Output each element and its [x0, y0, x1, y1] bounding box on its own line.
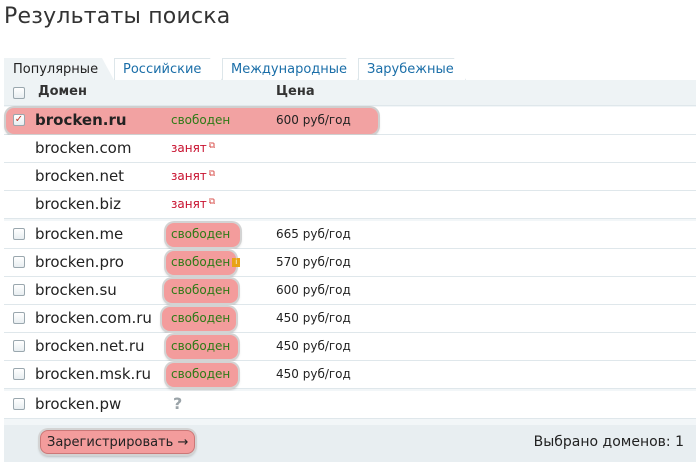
row-checkbox[interactable]: [13, 312, 25, 324]
domain-name: brocken.su: [35, 281, 117, 299]
tab-popular[interactable]: Популярные: [4, 58, 114, 80]
domain-status: свободен i: [171, 255, 241, 269]
domain-name: brocken.msk.ru: [35, 365, 151, 383]
tab-foreign[interactable]: Зарубежные: [358, 58, 466, 80]
tab-russian[interactable]: Российские: [114, 58, 222, 80]
info-icon[interactable]: i: [232, 258, 241, 267]
table-row: brocken.msk.ru свободен 450 руб/год: [4, 361, 696, 389]
domain-name: brocken.pw: [35, 395, 122, 413]
domain-name: brocken.pro: [35, 253, 124, 271]
table-row: ✓ brocken.ru свободен 600 руб/год: [4, 107, 696, 135]
domain-name: brocken.com: [35, 139, 132, 157]
external-link-icon: ⧉: [208, 141, 216, 151]
table-row: brocken.me свободен 665 руб/год: [4, 221, 696, 249]
table-header: Домен Цена: [4, 80, 696, 106]
domain-name: brocken.net.ru: [35, 337, 145, 355]
table-footer: Зарегистрировать → Выбрано доменов: 1: [4, 425, 696, 462]
external-link-icon: ⧉: [208, 169, 216, 179]
column-header-domain: Домен: [38, 84, 87, 99]
domain-status: свободен: [171, 311, 231, 325]
domain-price: 450 руб/год: [276, 367, 351, 381]
domain-status[interactable]: занят ⧉: [171, 141, 215, 155]
domain-name: brocken.biz: [35, 195, 122, 213]
check-icon: ✓: [14, 114, 24, 125]
table-row: brocken.net занят ⧉: [4, 163, 696, 191]
domain-name: brocken.com.ru: [35, 309, 152, 327]
row-checkbox[interactable]: [13, 398, 25, 410]
domain-status: свободен: [171, 227, 231, 241]
register-button[interactable]: Зарегистрировать →: [40, 430, 196, 454]
table-row: brocken.com занят ⧉: [4, 135, 696, 163]
domain-status: свободен: [171, 283, 231, 297]
row-checkbox[interactable]: ✓: [13, 114, 25, 126]
domain-price: 570 руб/год: [276, 255, 351, 269]
question-icon[interactable]: ?: [173, 394, 182, 413]
domain-price: 600 руб/год: [276, 283, 351, 297]
tab-bar: Популярные Российские Международные Зару…: [4, 58, 696, 80]
row-checkbox[interactable]: [13, 340, 25, 352]
domain-price: 450 руб/год: [276, 339, 351, 353]
row-checkbox[interactable]: [13, 284, 25, 296]
table-row: brocken.pw ?: [4, 391, 696, 419]
table-row: brocken.net.ru свободен 450 руб/год: [4, 333, 696, 361]
table-row: brocken.biz занят ⧉: [4, 191, 696, 219]
results-panel: Домен Цена ✓ brocken.ru свободен 600 руб…: [4, 80, 696, 462]
column-header-price: Цена: [276, 84, 315, 99]
external-link-icon: ⧉: [208, 197, 216, 207]
tab-international[interactable]: Международные: [222, 58, 358, 80]
domain-status: свободен: [171, 113, 231, 127]
table-row: brocken.su свободен 600 руб/год: [4, 277, 696, 305]
table-row: brocken.com.ru свободен 450 руб/год: [4, 305, 696, 333]
domain-price: 450 руб/год: [276, 311, 351, 325]
domain-status[interactable]: занят ⧉: [171, 169, 215, 183]
domain-name: brocken.me: [35, 225, 124, 243]
domain-name: brocken.ru: [35, 111, 127, 129]
domain-status: свободен: [171, 367, 231, 381]
row-checkbox[interactable]: [13, 256, 25, 268]
selected-count: Выбрано доменов: 1: [533, 434, 684, 450]
domain-price: 665 руб/год: [276, 227, 351, 241]
domain-name: brocken.net: [35, 167, 125, 185]
table-row: brocken.pro свободен i 570 руб/год: [4, 249, 696, 277]
domain-price: 600 руб/год: [276, 113, 351, 127]
row-checkbox[interactable]: [13, 228, 25, 240]
row-checkbox[interactable]: [13, 368, 25, 380]
domain-status[interactable]: занят ⧉: [171, 197, 215, 211]
select-all-checkbox[interactable]: [13, 87, 25, 99]
domain-status: свободен: [171, 339, 231, 353]
page-title: Результаты поиска: [4, 4, 231, 29]
